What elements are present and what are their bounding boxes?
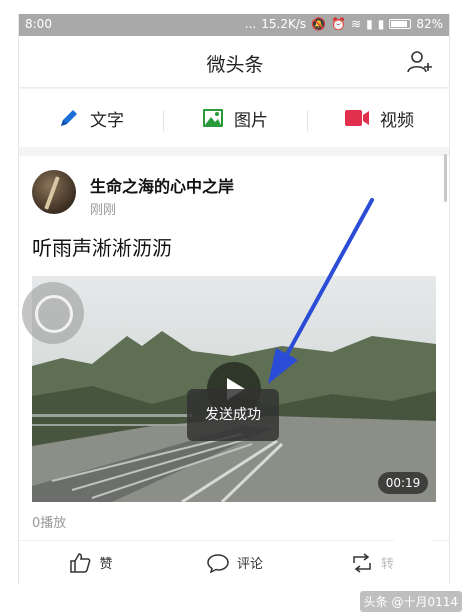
compose-image-button[interactable]: 图片 [163, 106, 307, 132]
post-text: 听雨声淅淅沥沥 [32, 236, 172, 260]
alarm-icon: ⏰ [331, 17, 347, 31]
feed-card[interactable]: 生命之海的心中之岸 刚刚 听雨声淅淅沥沥 00:19 0播放 赞 评论 [19, 156, 449, 584]
video-duration: 00:19 [378, 472, 428, 494]
page-title: 微头条 [206, 54, 264, 76]
pencil-icon [61, 110, 77, 126]
action-bar: 赞 评论 转发 [19, 540, 449, 584]
occlusion-patch [394, 540, 432, 580]
like-label: 赞 [99, 557, 113, 572]
video-camera-icon [345, 110, 369, 126]
status-time: 8:00 [25, 17, 52, 31]
status-right: ... 15.2K/s 🔕 ⏰ ≋ ▮ ▮ 82% [245, 17, 443, 31]
author-name[interactable]: 生命之海的心中之岸 [90, 173, 234, 197]
like-button[interactable]: 赞 [19, 552, 163, 573]
battery-percent: 82% [416, 17, 443, 31]
person-plus-icon[interactable] [407, 50, 433, 74]
screenshot-frame: 8:00 ... 15.2K/s 🔕 ⏰ ≋ ▮ ▮ 82% 微头条 文字 图片… [0, 0, 468, 616]
title-bar: 微头条 [19, 36, 449, 88]
mute-icon: 🔕 [311, 17, 327, 31]
scrollbar[interactable] [444, 154, 447, 202]
comment-icon [207, 553, 229, 573]
compose-video-label: 视频 [380, 110, 414, 131]
assistive-touch-button[interactable] [22, 282, 84, 344]
status-bar: 8:00 ... 15.2K/s 🔕 ⏰ ≋ ▮ ▮ 82% [19, 14, 449, 36]
phone-screen: 8:00 ... 15.2K/s 🔕 ⏰ ≋ ▮ ▮ 82% 微头条 文字 图片… [18, 14, 450, 584]
image-icon [203, 109, 223, 127]
share-icon [353, 552, 371, 573]
wifi-icon: ≋ [351, 17, 362, 31]
watermark: 头条 @十月0114 [359, 591, 462, 612]
toast-message: 发送成功 [187, 389, 279, 441]
signal2-icon: ▮ [377, 17, 385, 31]
compose-video-button[interactable]: 视频 [307, 106, 449, 132]
battery-icon [389, 19, 412, 29]
play-count: 0播放 [32, 516, 67, 531]
comment-label: 评论 [236, 557, 263, 572]
net-speed: 15.2K/s [261, 17, 307, 31]
thumbs-up-icon [70, 552, 91, 573]
compose-bar: 文字 图片 视频 [19, 89, 449, 147]
post-time: 刚刚 [90, 203, 117, 218]
status-dots: ... [244, 17, 257, 31]
comment-button[interactable]: 评论 [163, 553, 307, 573]
compose-text-button[interactable]: 文字 [19, 106, 163, 131]
compose-image-label: 图片 [234, 110, 268, 131]
compose-text-label: 文字 [90, 110, 124, 131]
signal-icon: ▮ [366, 17, 373, 31]
avatar[interactable] [32, 170, 76, 214]
